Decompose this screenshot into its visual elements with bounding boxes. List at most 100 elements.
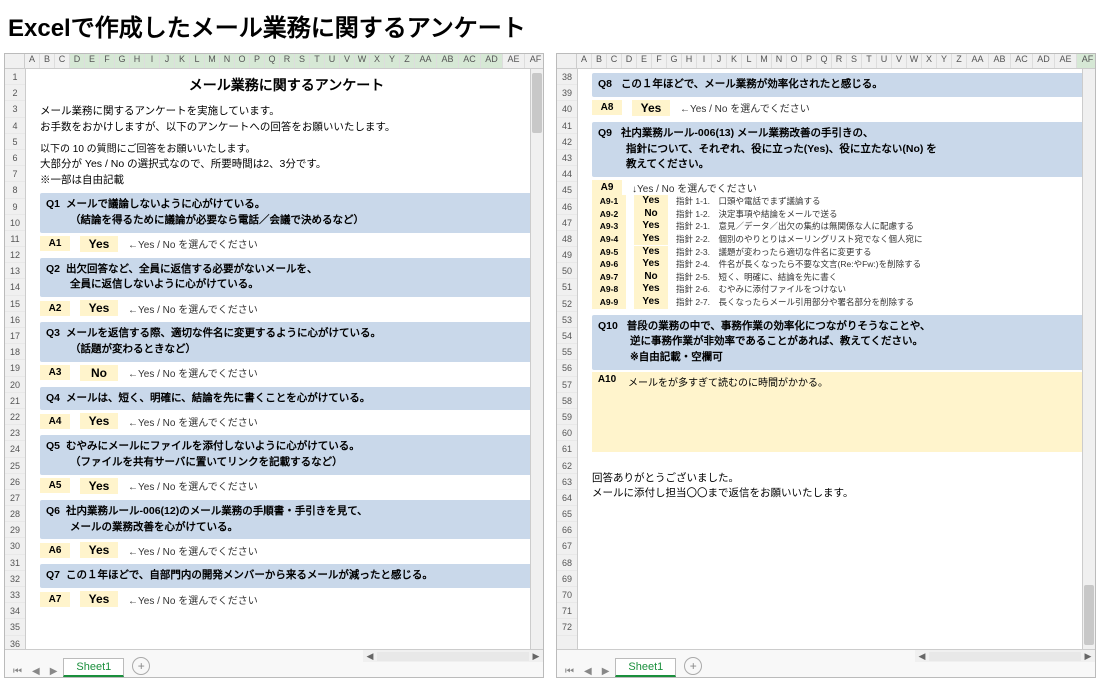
answer-value[interactable]: No [80,365,118,381]
row-number[interactable]: 43 [557,150,577,166]
row-number[interactable]: 15 [5,296,25,312]
row-number[interactable]: 49 [557,247,577,263]
column-letter[interactable]: K [727,54,742,68]
row-number[interactable]: 8 [5,182,25,198]
answer-value[interactable]: Yes [80,591,118,607]
row-number[interactable]: 54 [557,328,577,344]
vertical-scrollbar[interactable] [530,69,543,649]
answer-value[interactable]: Yes [80,413,118,429]
column-letter[interactable]: X [370,54,385,68]
column-letter[interactable]: Y [385,54,400,68]
row-number[interactable]: 28 [5,506,25,522]
row-number[interactable]: 45 [557,182,577,198]
column-letter[interactable]: Q [817,54,832,68]
column-letter[interactable]: T [862,54,877,68]
row-number[interactable]: 13 [5,263,25,279]
horizontal-scrollbar[interactable]: ◀▶ [915,649,1095,662]
tab-nav-prev-icon[interactable]: ◀ [28,666,44,677]
column-letter[interactable]: A [25,54,40,68]
sheet-tab[interactable]: Sheet1 [63,658,124,677]
column-letter[interactable]: V [892,54,907,68]
column-letter[interactable]: AA [967,54,989,68]
row-number[interactable]: 11 [5,231,25,247]
tab-nav-prev-icon[interactable]: ◀ [580,666,596,677]
scroll-right-icon[interactable]: ▶ [529,651,543,662]
column-header-right[interactable]: ABCDEFGHIJKLMNOPQRSTUVWXYZAAABACADAEAF [557,54,1095,69]
column-letter[interactable]: F [100,54,115,68]
column-letter[interactable]: Y [937,54,952,68]
column-letter[interactable]: I [145,54,160,68]
row-number[interactable]: 38 [557,69,577,85]
column-letter[interactable]: N [220,54,235,68]
sub-answer-value[interactable]: Yes [634,233,668,246]
row-number[interactable]: 29 [5,522,25,538]
row-number[interactable]: 71 [557,603,577,619]
row-number[interactable]: 57 [557,377,577,393]
column-letter[interactable]: K [175,54,190,68]
sub-answer-value[interactable]: Yes [634,246,668,259]
column-letter[interactable]: T [310,54,325,68]
column-letter[interactable]: AD [481,54,503,68]
row-number[interactable]: 47 [557,215,577,231]
column-letter[interactable]: AF [525,54,543,68]
sheet-tab[interactable]: Sheet1 [615,658,676,677]
row-number[interactable]: 69 [557,571,577,587]
row-number[interactable]: 12 [5,247,25,263]
row-number[interactable]: 30 [5,538,25,554]
row-number[interactable]: 52 [557,296,577,312]
row-number[interactable]: 51 [557,279,577,295]
column-header-left[interactable]: ABCDEFGHIJKLMNOPQRSTUVWXYZAAABACADAEAF [5,54,543,69]
scroll-left-icon[interactable]: ◀ [363,651,377,662]
column-letter[interactable]: AF [1077,54,1095,68]
sub-answer-value[interactable]: Yes [634,258,668,271]
column-letter[interactable]: A [577,54,592,68]
column-letter[interactable]: N [772,54,787,68]
column-letter[interactable]: W [907,54,922,68]
horizontal-scrollbar[interactable]: ◀▶ [363,649,543,662]
column-letter[interactable]: J [160,54,175,68]
column-letter[interactable]: L [190,54,205,68]
row-number[interactable]: 6 [5,150,25,166]
column-letter[interactable]: D [622,54,637,68]
row-number[interactable]: 27 [5,490,25,506]
vertical-scrollbar[interactable] [1082,69,1095,649]
column-letter[interactable]: P [250,54,265,68]
row-number[interactable]: 24 [5,441,25,457]
sub-answer-value[interactable]: Yes [634,220,668,233]
column-letter[interactable]: B [40,54,55,68]
row-number[interactable]: 3 [5,101,25,117]
column-letter[interactable]: AD [1033,54,1055,68]
answer-value[interactable]: Yes [80,478,118,494]
column-letter[interactable]: H [682,54,697,68]
column-letter[interactable]: AC [459,54,481,68]
row-number[interactable]: 17 [5,328,25,344]
row-number[interactable]: 60 [557,425,577,441]
column-letter[interactable]: X [922,54,937,68]
row-number[interactable]: 53 [557,312,577,328]
column-letter[interactable]: Q [265,54,280,68]
column-letter[interactable]: I [697,54,712,68]
row-number[interactable]: 55 [557,344,577,360]
row-number[interactable]: 22 [5,409,25,425]
column-letter[interactable]: R [832,54,847,68]
column-letter[interactable]: D [70,54,85,68]
row-number[interactable]: 58 [557,393,577,409]
row-number[interactable]: 10 [5,215,25,231]
column-letter[interactable]: O [787,54,802,68]
column-letter[interactable]: S [847,54,862,68]
row-number[interactable]: 39 [557,85,577,101]
answer-free-text[interactable]: A10 メールをが多すぎて読むのに時間がかかる。 [592,372,1085,452]
sub-answer-value[interactable]: Yes [634,195,668,208]
tab-nav-next-icon[interactable]: ▶ [598,666,614,677]
row-number[interactable]: 9 [5,199,25,215]
row-number[interactable]: 14 [5,279,25,295]
column-letter[interactable]: P [802,54,817,68]
column-letter[interactable]: M [757,54,772,68]
column-letter[interactable]: AB [989,54,1011,68]
column-letter[interactable]: AE [503,54,525,68]
column-letter[interactable]: R [280,54,295,68]
row-number[interactable]: 62 [557,458,577,474]
column-letter[interactable]: C [607,54,622,68]
row-number[interactable]: 65 [557,506,577,522]
row-number[interactable]: 20 [5,377,25,393]
